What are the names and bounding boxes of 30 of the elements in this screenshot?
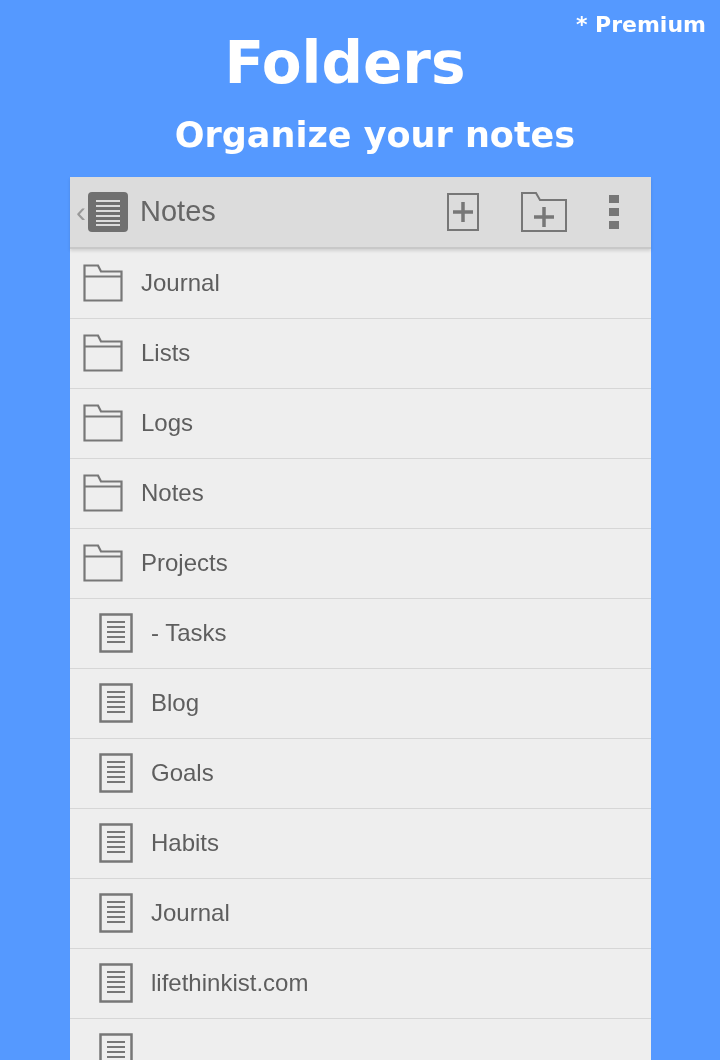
document-icon	[99, 893, 133, 934]
list-item[interactable]: Lists	[70, 318, 651, 389]
document-icon	[99, 823, 133, 864]
folder-icon	[83, 474, 123, 513]
list-item[interactable]: lifethinkist.com	[70, 948, 651, 1019]
folder-icon	[83, 404, 123, 443]
document-icon	[99, 683, 133, 724]
list-item[interactable]: Projects	[70, 528, 651, 599]
list-item[interactable]: Notes	[70, 458, 651, 529]
folder-icon	[83, 544, 123, 583]
list-item[interactable]: Journal	[70, 878, 651, 949]
subtitle: Organize your notes	[174, 114, 576, 155]
app-icon[interactable]	[88, 191, 128, 232]
list-item[interactable]: Goals	[70, 738, 651, 809]
document-icon	[99, 753, 133, 794]
add-note-icon[interactable]	[447, 192, 479, 231]
list-item[interactable]: Blog	[70, 668, 651, 739]
app-title: Notes	[140, 195, 217, 229]
more-icon[interactable]	[609, 194, 619, 229]
document-icon	[99, 613, 133, 654]
list-item[interactable]: Logs	[70, 388, 651, 459]
folder-icon	[83, 334, 123, 373]
list-item[interactable]: Journal	[70, 248, 651, 319]
page-title: Folders	[224, 30, 466, 97]
add-folder-icon[interactable]	[521, 191, 567, 232]
folder-icon	[83, 264, 123, 303]
list-item[interactable]: Habits	[70, 808, 651, 879]
list-item[interactable]: - Tasks	[70, 598, 651, 669]
premium-note: * Premium	[575, 12, 706, 37]
document-icon	[99, 963, 133, 1004]
